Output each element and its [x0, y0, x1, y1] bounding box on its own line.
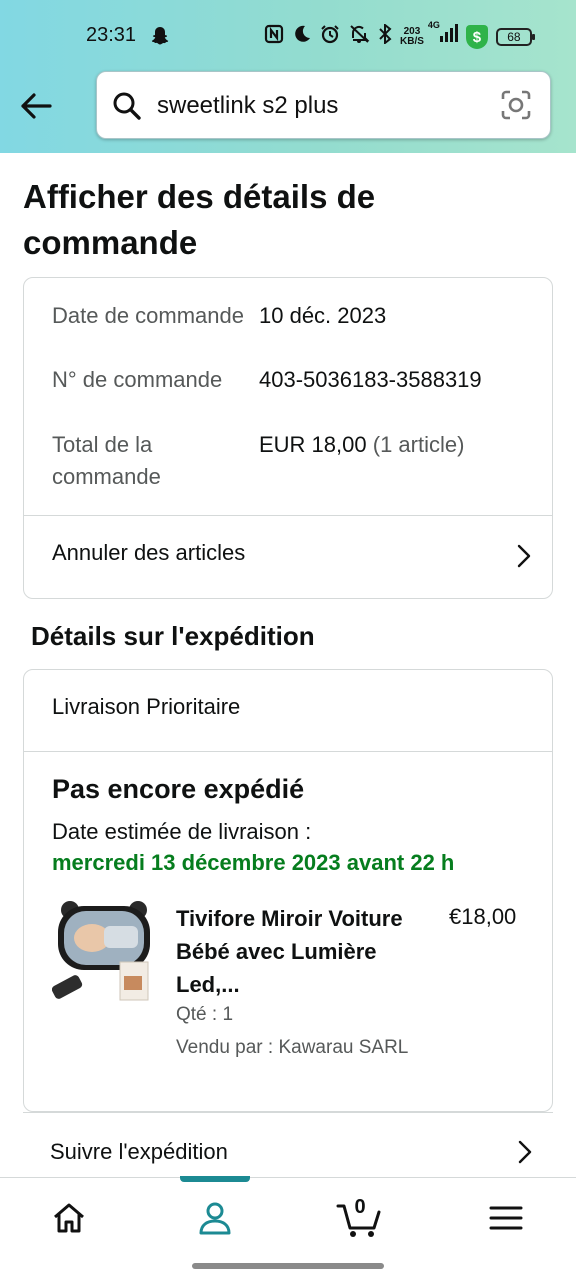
nfc-icon — [264, 24, 284, 50]
cancel-items-link[interactable]: Annuler des articles — [24, 516, 552, 598]
chevron-right-icon — [517, 1139, 533, 1170]
shipping-status: Pas encore expédié — [52, 774, 305, 804]
estimated-delivery-label: Date estimée de livraison : — [52, 819, 312, 844]
search-bar[interactable]: sweetlink s2 plus — [96, 71, 551, 139]
home-icon[interactable] — [29, 1178, 109, 1258]
track-shipment-label: Suivre l'expédition — [50, 1139, 228, 1164]
status-time: 23:31 — [86, 24, 137, 46]
order-number-label: N° de commande — [52, 367, 223, 392]
product-title[interactable]: Tivifore Miroir Voiture Bébé avec Lumièr… — [176, 902, 436, 1001]
search-input[interactable]: sweetlink s2 plus — [157, 92, 338, 120]
chevron-right-icon — [516, 543, 532, 574]
snapchat-icon — [150, 26, 170, 52]
order-number-value: 403-5036183-3588319 — [259, 367, 482, 392]
cart-count: 0 — [354, 1196, 366, 1218]
mute-icon — [348, 24, 370, 50]
signal-icon: 4G — [428, 20, 458, 50]
product-price: €18,00 — [449, 904, 517, 929]
order-total-value: EUR 18,00 (1 article) — [259, 429, 464, 461]
order-summary-card: Date de commande 10 déc. 2023 N° de comm… — [23, 277, 553, 599]
menu-icon[interactable] — [466, 1178, 546, 1258]
shipping-section-title: Détails sur l'expédition — [31, 621, 315, 651]
back-button[interactable] — [16, 86, 56, 126]
product-seller: Vendu par : Kawarau SARL — [176, 1037, 409, 1058]
top-header: 23:31 203 KB/S 4G $ 68 sweetlink s2 plus — [0, 0, 576, 153]
status-icons: 203 KB/S 4G $ 68 — [264, 20, 535, 50]
battery-icon: 68 — [495, 28, 535, 46]
gesture-bar[interactable] — [192, 1263, 384, 1269]
network-speed-unit: KB/S — [400, 36, 424, 47]
divider — [24, 751, 552, 752]
alarm-icon — [320, 24, 340, 50]
search-icon[interactable] — [111, 90, 143, 127]
order-item-count: (1 article) — [372, 432, 465, 457]
track-shipment-link[interactable]: Suivre l'expédition — [23, 1112, 553, 1178]
shield-icon: $ — [465, 25, 488, 49]
cart-icon[interactable]: 0 — [320, 1178, 400, 1258]
product-quantity: Qté : 1 — [176, 1004, 234, 1025]
camera-search-icon[interactable] — [500, 89, 532, 126]
estimated-delivery-date: mercredi 13 décembre 2023 avant 22 h — [52, 850, 455, 875]
bluetooth-icon — [378, 22, 392, 50]
moon-icon — [292, 24, 312, 50]
page-title: Afficher des détails de commande — [23, 178, 376, 261]
account-icon[interactable] — [175, 1178, 255, 1258]
cancel-items-label: Annuler des articles — [52, 540, 246, 565]
shipping-method: Livraison Prioritaire — [52, 694, 241, 719]
status-bar: 23:31 203 KB/S 4G $ 68 — [0, 20, 576, 54]
bottom-navigation: 0 — [0, 1176, 576, 1258]
order-date-value: 10 déc. 2023 — [259, 303, 387, 328]
shipping-card: Livraison Prioritaire Pas encore expédié… — [23, 669, 553, 1112]
order-total-label: Total de la commande — [52, 432, 161, 489]
order-date-label: Date de commande — [52, 303, 244, 328]
network-speed: 203 KB/S — [400, 27, 424, 47]
product-image[interactable] — [51, 900, 156, 1004]
order-total-amount: EUR 18,00 — [259, 432, 367, 457]
network-type: 4G — [427, 20, 440, 30]
